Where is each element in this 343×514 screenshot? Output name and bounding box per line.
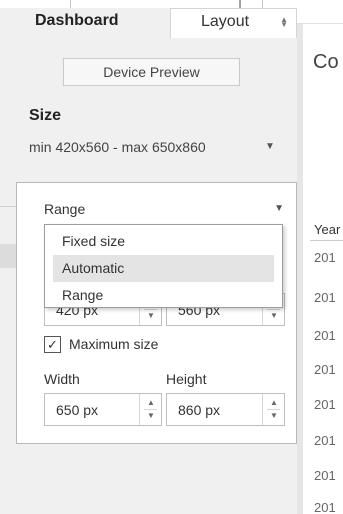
table-row: 201 [314,468,336,483]
device-preview-label: Device Preview [103,64,200,80]
column-header-year: Year [314,222,341,237]
highlight-band [0,244,16,268]
size-dropdown-caret-icon[interactable]: ▼ [265,141,275,152]
divider [0,206,16,207]
table-row: 201 [314,328,336,343]
max-width-value[interactable]: 650 px [56,402,98,418]
tab-layout-label: Layout [201,13,250,30]
updown-arrows-icon: ▲ ▼ [280,15,288,29]
decrement-icon[interactable]: ▼ [147,312,155,320]
spin-divider [267,409,280,410]
device-preview-button[interactable]: Device Preview [63,58,240,86]
decrement-icon[interactable]: ▼ [270,312,278,320]
size-mode-menu: Fixed size Automatic Range [44,224,283,308]
height-label: Height [166,371,207,387]
checkmark-icon: ✓ [47,337,58,352]
canvas-title: Co [313,51,339,73]
table-row: 201 [314,362,336,377]
size-mode-value: Range [44,201,86,217]
maximum-size-label[interactable]: Maximum size [69,336,158,352]
table-row: 201 [314,290,336,305]
table-row: 201 [314,433,336,448]
menu-item-automatic[interactable]: Automatic [53,255,274,282]
spin-buttons[interactable]: ▲ ▼ [262,394,284,425]
chevron-down-icon: ▼ [274,203,284,214]
tab-dashboard[interactable]: Dashboard [0,8,170,38]
menu-item-fixed-size[interactable]: Fixed size [53,228,274,255]
size-section-title: Size [29,107,62,124]
decrement-icon[interactable]: ▼ [270,412,278,420]
spin-buttons[interactable]: ▲ ▼ [139,394,161,425]
width-label: Width [44,371,80,387]
max-height-stepper[interactable]: 860 px ▲ ▼ [166,393,285,426]
tab-dashboard-label: Dashboard [35,12,119,29]
spin-divider [267,309,280,310]
table-row: 201 [314,250,336,265]
table-row: 201 [314,500,336,514]
size-summary[interactable]: min 420x560 - max 650x860 [29,139,206,155]
spin-divider [144,309,157,310]
max-width-stepper[interactable]: 650 px ▲ ▼ [44,393,162,426]
decrement-icon[interactable]: ▼ [147,412,155,420]
tab-layout[interactable]: Layout ▲ ▼ [170,8,297,38]
canvas-edge [297,24,303,514]
max-height-value[interactable]: 860 px [178,402,220,418]
menu-item-range[interactable]: Range [53,282,274,309]
increment-icon[interactable]: ▲ [147,399,155,407]
maximum-size-checkbox[interactable]: ✓ [44,336,61,353]
size-mode-select[interactable]: Range ▼ [44,201,286,223]
spin-divider [144,409,157,410]
table-row: 201 [314,397,336,412]
header-divider [310,240,343,241]
increment-icon[interactable]: ▲ [270,399,278,407]
